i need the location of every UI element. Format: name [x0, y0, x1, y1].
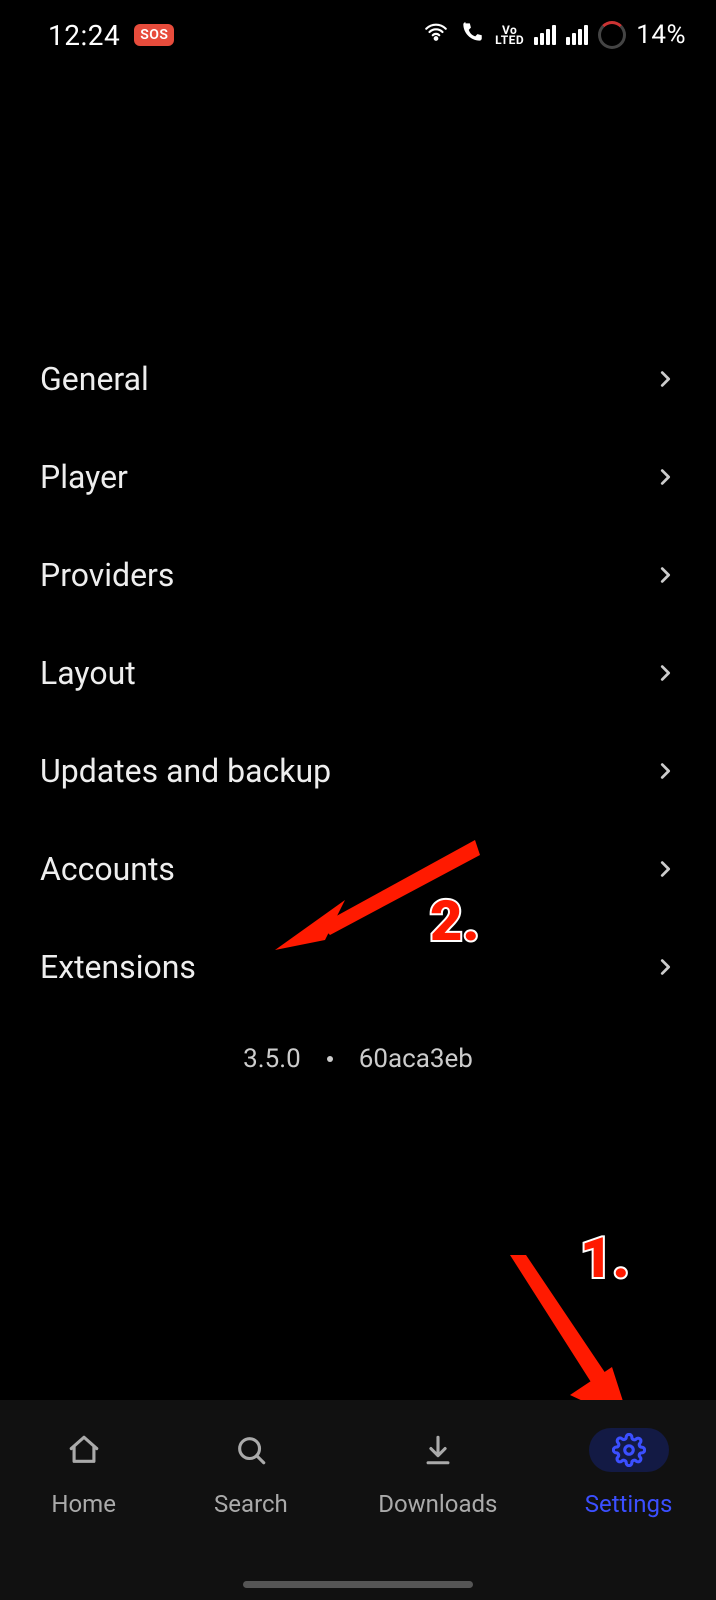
bottom-nav: Home Search Downloads Settings — [0, 1400, 716, 1600]
chevron-right-icon — [654, 858, 676, 880]
nav-label: Downloads — [378, 1490, 497, 1518]
nav-downloads[interactable]: Downloads — [378, 1428, 497, 1518]
settings-item-label: Layout — [40, 654, 136, 692]
version-number: 3.5.0 — [243, 1044, 301, 1074]
status-right: VoLTED 14% — [423, 19, 686, 52]
wifi-icon — [423, 19, 449, 52]
settings-item-label: Updates and backup — [40, 752, 331, 790]
wifi-call-icon — [459, 19, 485, 52]
battery-ring-icon — [598, 21, 626, 49]
chevron-right-icon — [654, 368, 676, 390]
nav-home[interactable]: Home — [44, 1428, 124, 1518]
status-bar: 12:24 SOS VoLTED 14% — [0, 0, 716, 70]
chevron-right-icon — [654, 662, 676, 684]
clock: 12:24 — [48, 19, 120, 52]
download-icon — [398, 1428, 478, 1472]
settings-item-general[interactable]: General — [40, 330, 676, 428]
signal-2-icon — [566, 25, 588, 45]
settings-item-label: Player — [40, 458, 128, 496]
settings-list: General Player Providers Layout Updates … — [40, 330, 676, 1074]
search-icon — [211, 1428, 291, 1472]
chevron-right-icon — [654, 760, 676, 782]
chevron-right-icon — [654, 564, 676, 586]
settings-item-label: Providers — [40, 556, 174, 594]
chevron-right-icon — [654, 956, 676, 978]
chevron-right-icon — [654, 466, 676, 488]
nav-settings[interactable]: Settings — [585, 1428, 673, 1518]
settings-item-extensions[interactable]: Extensions — [40, 918, 676, 1016]
annotation-number-2: 2. — [430, 888, 479, 954]
nav-label: Home — [51, 1490, 116, 1518]
settings-item-label: Accounts — [40, 850, 175, 888]
settings-item-providers[interactable]: Providers — [40, 526, 676, 624]
settings-item-label: General — [40, 360, 149, 398]
settings-item-accounts[interactable]: Accounts — [40, 820, 676, 918]
annotation-number-1: 1. — [580, 1225, 629, 1291]
home-icon — [44, 1428, 124, 1472]
version-line: 3.5.0 60aca3eb — [40, 1044, 676, 1074]
signal-1-icon — [534, 25, 556, 45]
nav-label: Search — [214, 1490, 288, 1518]
nav-label: Settings — [585, 1490, 673, 1518]
dot-separator-icon — [327, 1056, 333, 1062]
volte-icon: VoLTED — [495, 25, 524, 45]
settings-item-layout[interactable]: Layout — [40, 624, 676, 722]
home-indicator[interactable] — [243, 1581, 473, 1588]
gear-icon — [589, 1428, 669, 1472]
settings-item-label: Extensions — [40, 948, 196, 986]
status-left: 12:24 SOS — [48, 19, 174, 52]
commit-hash: 60aca3eb — [359, 1044, 473, 1074]
sos-badge: SOS — [134, 24, 174, 46]
nav-search[interactable]: Search — [211, 1428, 291, 1518]
battery-percent: 14% — [636, 20, 686, 50]
settings-item-player[interactable]: Player — [40, 428, 676, 526]
settings-item-updates-backup[interactable]: Updates and backup — [40, 722, 676, 820]
